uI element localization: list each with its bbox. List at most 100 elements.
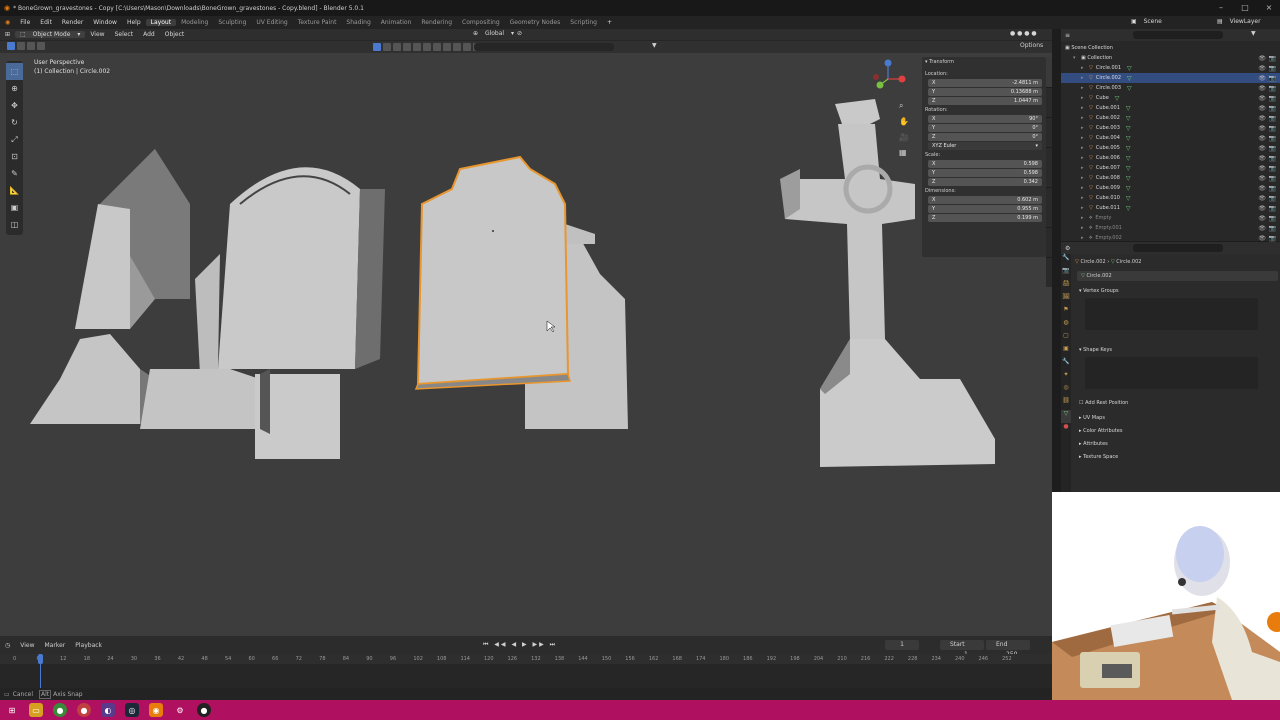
visibility-eye-icon[interactable]: 👁 [1258, 85, 1266, 92]
uv-maps-panel[interactable]: ▸ UV Maps [1075, 412, 1280, 423]
expand-icon[interactable]: ▸ [1081, 145, 1089, 151]
expand-icon[interactable]: ▸ [1081, 225, 1089, 231]
mesh-data-icon[interactable]: ▽ [1126, 165, 1131, 172]
collection-tab-icon[interactable]: ▢ [1061, 332, 1071, 345]
outliner-item[interactable]: ▸ ▽ Cube.003 ▽ 👁 📷 [1061, 123, 1280, 133]
visibility-eye-icon[interactable]: 👁 [1258, 125, 1266, 132]
playhead[interactable] [38, 654, 43, 664]
outliner-item[interactable]: ▸ ▽ Cube.009 ▽ 👁 📷 [1061, 183, 1280, 193]
expand-icon[interactable]: ▸ [1081, 185, 1089, 191]
expand-icon[interactable]: ▸ [1081, 75, 1089, 81]
expand-icon[interactable]: ▸ [1081, 215, 1089, 221]
scale-y-field[interactable]: Y 0.598 [928, 169, 1042, 177]
data-tab-icon[interactable]: ▽ [1061, 410, 1071, 423]
world-tab-icon[interactable]: ◍ [1061, 319, 1071, 332]
material-tab-icon[interactable]: ● [1061, 423, 1071, 436]
dimensions-y-field[interactable]: Y 0.955 m [928, 205, 1042, 213]
view-layer-selector[interactable]: ▤ ViewLayer [1212, 18, 1271, 25]
timeline-view-menu[interactable]: View [15, 642, 39, 649]
render-camera-icon[interactable]: 📷 [1269, 165, 1276, 172]
render-camera-icon[interactable]: 📷 [1269, 65, 1276, 72]
timeline-marker-menu[interactable]: Marker [40, 642, 71, 649]
tab-texture-paint[interactable]: Texture Paint [293, 19, 342, 26]
mesh-data-icon[interactable]: ▽ [1126, 115, 1131, 122]
visibility-eye-icon[interactable]: 👁 [1258, 105, 1266, 112]
render-camera-icon[interactable]: 📷 [1269, 175, 1276, 182]
visibility-eye-icon[interactable]: 👁 [1258, 205, 1266, 212]
attributes-panel[interactable]: ▸ Attributes [1075, 438, 1280, 449]
visibility-eye-icon[interactable]: 👁 [1258, 135, 1266, 142]
physics-tab-icon[interactable]: ◎ [1061, 384, 1071, 397]
mesh-data-icon[interactable]: ▽ [1115, 95, 1120, 102]
expand-icon[interactable]: ▸ [1081, 95, 1089, 101]
tab-animation[interactable]: Animation [376, 19, 417, 26]
view-layer-tab-icon[interactable]: 🖼 [1061, 293, 1071, 306]
rotation-y-field[interactable]: Y 0° [928, 124, 1042, 132]
render-camera-icon[interactable]: 📷 [1269, 235, 1276, 242]
constraints-tab-icon[interactable]: ⛓ [1061, 397, 1071, 410]
scale-z-field[interactable]: Z 0.342 [928, 178, 1042, 186]
outliner-item[interactable]: ▸ ▽ Cube.004 ▽ 👁 📷 [1061, 133, 1280, 143]
outliner-search-field[interactable] [1133, 31, 1223, 39]
outliner-item[interactable]: ▸ ▽ Circle.002 ▽ 👁 📷 [1061, 73, 1280, 83]
mesh-data-icon[interactable]: ▽ [1126, 135, 1131, 142]
tab-view[interactable] [1046, 117, 1052, 147]
settings-icon[interactable]: ⚙ [173, 703, 187, 717]
vertex-groups-list[interactable] [1085, 298, 1258, 330]
add-rest-position-checkbox[interactable]: ☐ Add Rest Position [1075, 397, 1280, 408]
minimize-icon[interactable]: – [1210, 0, 1232, 16]
visibility-eye-icon[interactable]: 👁 [1258, 115, 1266, 122]
outliner-item[interactable]: ▸ ▽ Cube.006 ▽ 👁 📷 [1061, 153, 1280, 163]
grid-view-icon[interactable]: ▦ [899, 148, 907, 157]
render-camera-icon[interactable]: 📷 [1269, 205, 1276, 212]
scene-collection-row[interactable]: ▣ Scene Collection [1061, 43, 1280, 53]
navigation-gizmo[interactable] [868, 59, 908, 99]
expand-icon[interactable]: ▸ [1081, 135, 1089, 141]
timeline-playback-menu[interactable]: Playback [70, 642, 107, 649]
expand-icon[interactable]: ▸ [1081, 85, 1089, 91]
tab-compositing[interactable]: Compositing [457, 19, 505, 26]
expand-icon[interactable]: ▸ [1081, 65, 1089, 71]
zoom-icon[interactable]: ⌕ [899, 101, 903, 111]
properties-editor-icon[interactable]: ⚙ [1065, 245, 1070, 252]
visibility-eye-icon[interactable]: 👁 [1258, 95, 1266, 102]
end-frame-field[interactable]: End 250 [986, 640, 1030, 658]
visibility-eye-icon[interactable]: 👁 [1258, 75, 1266, 82]
mesh-data-icon[interactable]: ▽ [1126, 195, 1131, 202]
visibility-eye-icon[interactable]: 👁 [1258, 225, 1266, 232]
expand-icon[interactable]: ▸ [1081, 125, 1089, 131]
vertex-groups-panel[interactable]: ▾ Vertex Groups [1075, 285, 1280, 296]
mesh-data-icon[interactable]: ▽ [1126, 205, 1131, 212]
tab-geometry-nodes[interactable]: Geometry Nodes [505, 19, 566, 26]
shape-keys-panel[interactable]: ▾ Shape Keys [1075, 344, 1280, 355]
render-camera-icon[interactable]: 📷 [1269, 75, 1276, 82]
outliner-item[interactable]: ▸ ▽ Cube.005 ▽ 👁 📷 [1061, 143, 1280, 153]
rotation-x-field[interactable]: X 90° [928, 115, 1042, 123]
outliner-item[interactable]: ▸ ▽ Circle.003 ▽ 👁 📷 [1061, 83, 1280, 93]
scene-selector[interactable]: ▣ Scene [1126, 18, 1172, 25]
tab-animation[interactable] [1046, 147, 1052, 187]
visibility-eye-icon[interactable]: 👁 [1258, 145, 1266, 152]
visibility-eye-icon[interactable]: 👁 [1258, 155, 1266, 162]
shape-keys-list[interactable] [1085, 357, 1258, 389]
pan-icon[interactable]: ✋ [899, 117, 909, 126]
mesh-data-icon[interactable]: ▽ [1126, 185, 1131, 192]
modifier-tab-icon[interactable]: 🔧 [1061, 358, 1071, 371]
add-workspace-icon[interactable]: + [602, 19, 617, 26]
render-camera-icon[interactable]: 📷 [1269, 195, 1276, 202]
steam-icon[interactable]: ◎ [125, 703, 139, 717]
render-tab-icon[interactable]: 📷 [1061, 267, 1071, 280]
blender-taskbar-icon[interactable]: ◉ [149, 703, 163, 717]
tab-blenderkit[interactable] [1046, 187, 1052, 227]
tab-item[interactable] [1046, 57, 1052, 87]
tab-edit[interactable] [1046, 257, 1052, 287]
rotation-z-field[interactable]: Z 0° [928, 133, 1042, 141]
render-camera-icon[interactable]: 📷 [1269, 185, 1276, 192]
dimensions-x-field[interactable]: X 0.602 m [928, 196, 1042, 204]
render-camera-icon[interactable]: 📷 [1269, 145, 1276, 152]
outliner-item[interactable]: ▸ ▽ Cube ▽ 👁 📷 [1061, 93, 1280, 103]
file-explorer-icon[interactable]: ▭ [29, 703, 43, 717]
frame-ruler[interactable]: 0612182430364248546066727884909610210811… [0, 654, 1052, 664]
render-camera-icon[interactable]: 📷 [1269, 105, 1276, 112]
outliner-filter-icon[interactable]: ▼ [1251, 30, 1256, 37]
